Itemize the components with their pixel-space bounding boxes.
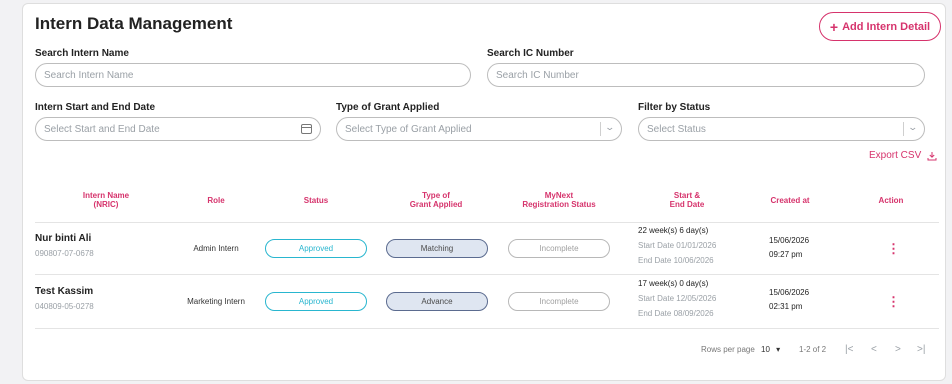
rows-per-page-select[interactable]: 10 ▾ <box>761 345 780 354</box>
prev-page-icon[interactable]: < <box>871 344 877 355</box>
chevron-down-icon[interactable]: ⌄ <box>908 122 919 133</box>
status-filter-placeholder: Select Status <box>647 123 706 135</box>
col-created-at: Created at <box>770 196 810 205</box>
col-grant-line1: Type of <box>422 191 450 200</box>
end-date: End Date 08/09/2026 <box>638 309 714 318</box>
rows-per-page-label: Rows per page <box>701 345 755 354</box>
col-registration-status: MyNext Registration Status <box>509 191 609 209</box>
intern-name: Test Kassim <box>35 286 94 297</box>
col-grant-type: Type of Grant Applied <box>386 191 486 209</box>
col-reg-line1: MyNext <box>544 191 574 200</box>
col-intern-name: Intern Name (NRIC) <box>51 191 161 209</box>
col-name-line2: (NRIC) <box>93 200 119 209</box>
start-date: Start Date 01/01/2026 <box>638 241 717 250</box>
search-ic-label: Search IC Number <box>487 48 574 59</box>
col-start-end-date: Start & End Date <box>647 191 727 209</box>
add-intern-detail-button[interactable]: + Add Intern Detail <box>819 12 941 41</box>
col-dates-line2: End Date <box>669 200 705 209</box>
download-icon <box>927 151 937 160</box>
status-badge: Approved <box>265 239 367 258</box>
col-name-line1: Intern Name <box>82 191 130 200</box>
date-range-picker[interactable]: Select Start and End Date <box>35 117 321 141</box>
registration-badge: Incomplete <box>508 239 610 258</box>
search-name-input[interactable] <box>44 69 470 81</box>
status-select-divider <box>903 122 904 136</box>
table-divider <box>35 274 939 275</box>
col-role: Role <box>207 196 225 205</box>
chevron-down-icon[interactable]: ⌄ <box>605 122 616 133</box>
grant-badge: Advance <box>386 292 488 311</box>
rows-per-page-value: 10 <box>761 345 770 354</box>
date-range-label: Intern Start and End Date <box>35 102 156 113</box>
status-badge: Approved <box>265 292 367 311</box>
grant-type-select[interactable]: Select Type of Grant Applied ⌄ <box>336 117 622 141</box>
intern-data-card: Intern Data Management + Add Intern Deta… <box>22 3 946 381</box>
grant-badge: Matching <box>386 239 488 258</box>
created-at: 15/06/2026 02:31 pm <box>769 286 809 314</box>
date-range-placeholder: Select Start and End Date <box>44 123 160 135</box>
created-time: 02:31 pm <box>769 302 803 311</box>
next-page-icon[interactable]: > <box>895 344 901 355</box>
export-csv-link[interactable]: Export CSV <box>869 150 937 161</box>
status-filter-label: Filter by Status <box>638 102 711 113</box>
col-reg-line2: Registration Status <box>522 200 596 209</box>
status-filter-select[interactable]: Select Status ⌄ <box>638 117 925 141</box>
export-csv-label: Export CSV <box>869 150 922 161</box>
grant-select-divider <box>600 122 601 136</box>
search-ic-input[interactable] <box>496 69 924 81</box>
plus-icon: + <box>829 18 839 35</box>
intern-duration: 22 week(s) 6 day(s) <box>638 226 709 235</box>
end-date: End Date 10/06/2026 <box>638 256 714 265</box>
table-divider <box>35 222 939 223</box>
col-status: Status <box>303 196 329 205</box>
calendar-icon[interactable] <box>301 124 312 134</box>
caret-down-icon: ▾ <box>776 345 781 354</box>
start-date: Start Date 12/05/2026 <box>638 294 717 303</box>
created-time: 09:27 pm <box>769 250 803 259</box>
col-action: Action <box>878 196 904 205</box>
registration-badge: Incomplete <box>508 292 610 311</box>
last-page-icon[interactable]: >| <box>917 344 925 355</box>
search-ic-field[interactable] <box>487 63 925 87</box>
grant-type-label: Type of Grant Applied <box>336 102 440 113</box>
intern-name: Nur binti Ali <box>35 233 92 244</box>
created-date: 15/06/2026 <box>769 236 810 245</box>
first-page-icon[interactable]: |< <box>845 344 853 355</box>
intern-duration: 17 week(s) 0 day(s) <box>638 279 709 288</box>
search-name-label: Search Intern Name <box>35 48 129 59</box>
created-date: 15/06/2026 <box>769 288 810 297</box>
add-intern-detail-label: Add Intern Detail <box>842 20 931 33</box>
col-grant-line2: Grant Applied <box>409 200 463 209</box>
page-title: Intern Data Management <box>35 14 233 33</box>
intern-role: Admin Intern <box>193 244 239 253</box>
kebab-menu-icon[interactable]: ⋮ <box>887 295 900 308</box>
pagination-range: 1-2 of 2 <box>799 345 827 354</box>
intern-nric: 040809-05-0278 <box>35 302 94 311</box>
search-name-field[interactable] <box>35 63 471 87</box>
intern-role: Marketing Intern <box>187 297 245 306</box>
kebab-menu-icon[interactable]: ⋮ <box>887 242 900 255</box>
intern-nric: 090807-07-0678 <box>35 249 94 258</box>
col-dates-line1: Start & <box>673 191 701 200</box>
table-divider <box>35 328 939 329</box>
created-at: 15/06/2026 09:27 pm <box>769 234 809 262</box>
grant-type-placeholder: Select Type of Grant Applied <box>345 123 472 135</box>
